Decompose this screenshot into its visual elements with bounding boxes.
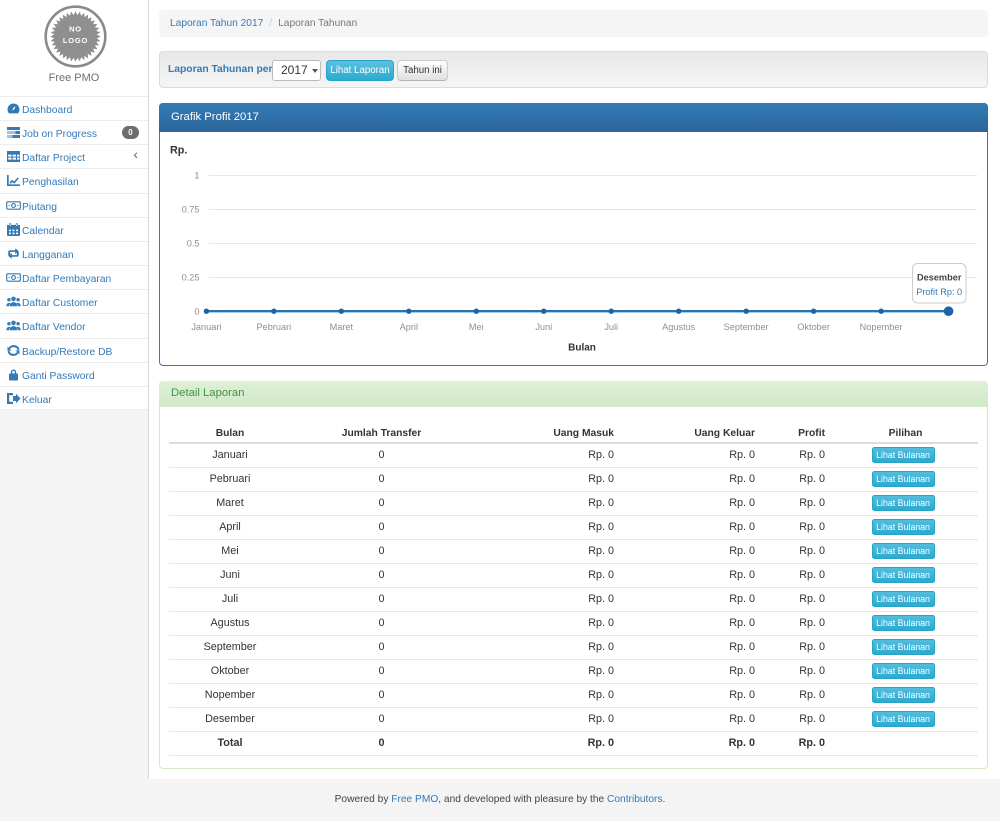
svg-text:0.25: 0.25 — [182, 273, 200, 283]
svg-text:September: September — [724, 322, 769, 332]
svg-text:0.75: 0.75 — [182, 205, 200, 215]
svg-text:Juli: Juli — [604, 322, 618, 332]
svg-text:Januari: Januari — [191, 322, 221, 332]
svg-text:NO: NO — [69, 24, 82, 33]
svg-text:Agustus: Agustus — [662, 322, 696, 332]
svg-text:Bulan: Bulan — [568, 343, 596, 354]
svg-text:Rp.: Rp. — [170, 145, 187, 157]
svg-text:1: 1 — [194, 171, 199, 181]
svg-text:Profit Rp: 0: Profit Rp: 0 — [916, 287, 962, 297]
svg-text:April: April — [400, 322, 418, 332]
svg-text:Mei: Mei — [469, 322, 484, 332]
svg-text:Maret: Maret — [330, 322, 354, 332]
svg-text:Oktober: Oktober — [797, 322, 830, 332]
svg-text:Desember: Desember — [917, 273, 962, 283]
svg-text:Pebruari: Pebruari — [257, 322, 292, 332]
svg-text:0: 0 — [194, 306, 199, 316]
svg-text:0.5: 0.5 — [187, 239, 200, 249]
svg-text:Nopember: Nopember — [860, 322, 903, 332]
svg-text:LOGO: LOGO — [63, 36, 88, 45]
svg-text:Juni: Juni — [535, 322, 552, 332]
